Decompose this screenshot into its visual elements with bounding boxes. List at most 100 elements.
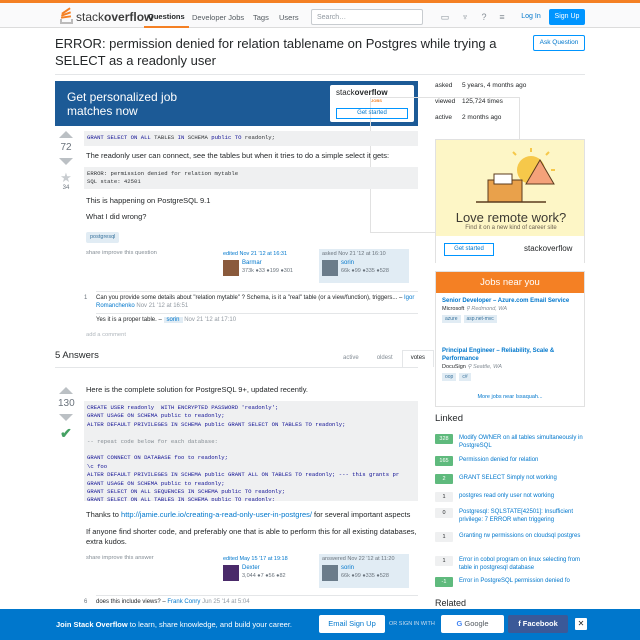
user-name[interactable]: sorin xyxy=(341,260,354,266)
job-tag[interactable]: oop xyxy=(442,373,457,381)
favorite-count: 34 xyxy=(62,185,70,191)
linked-title[interactable]: postgres read only user not working xyxy=(459,492,584,500)
remote-ad-get-started-button[interactable]: Get started xyxy=(444,243,494,256)
jobs-ad-banner[interactable]: Get personalized job matches now stackov… xyxy=(55,81,520,233)
facebook-signin-button[interactable]: f Facebook xyxy=(508,615,568,633)
review-icon[interactable]: ≡ xyxy=(497,12,507,22)
remote-work-ad[interactable]: Love remote work? Find it on a new kind … xyxy=(435,139,585,263)
downvote-arrow-icon[interactable] xyxy=(59,414,73,421)
favorite-star-icon[interactable]: ★ xyxy=(58,171,74,185)
footer-or-label: OR SIGN IN WITH xyxy=(389,621,435,627)
nav-tags[interactable]: Tags xyxy=(249,7,273,28)
answer-link[interactable]: http://jamie.curle.io/creating-a-read-on… xyxy=(121,510,312,519)
asker-signature: asked Nov 21 '12 at 16:10 sorin 66k ●99 … xyxy=(319,249,409,283)
edited-time[interactable]: edited Nov 21 '12 at 16:31 xyxy=(223,251,287,257)
comment-user[interactable]: sorin xyxy=(163,317,183,323)
user-name[interactable]: Dexter xyxy=(242,565,260,571)
linked-question[interactable]: 328 Modify OWNER on all tables simultaneo… xyxy=(435,434,585,450)
user-name[interactable]: Barmar xyxy=(242,260,262,266)
avatar[interactable] xyxy=(322,565,338,581)
linked-title[interactable]: Permission denied for relation xyxy=(459,456,584,464)
linked-question[interactable]: 0 Postgresql: SQLSTATE[42501]: Insufficie… xyxy=(435,508,585,524)
asked-time: asked Nov 21 '12 at 16:10 xyxy=(322,251,386,257)
answer-code-block: CREATE USER readonly WITH ENCRYPTED PASS… xyxy=(84,401,418,501)
answer-text: Here is the complete solution for Postgr… xyxy=(86,385,308,394)
job-tags: oop c# xyxy=(442,373,582,381)
job-tag[interactable]: asp.net-mvc xyxy=(463,315,497,323)
answer-text: If anyone find shorter code, and prefera… xyxy=(86,527,417,546)
answer-actions[interactable]: share improve this answer xyxy=(86,555,154,561)
downvote-arrow-icon[interactable] xyxy=(59,158,73,165)
nav-users[interactable]: Users xyxy=(275,7,303,28)
avatar[interactable] xyxy=(322,260,338,276)
search-input[interactable]: Search… xyxy=(311,9,423,25)
help-icon[interactable]: ? xyxy=(479,12,489,22)
trophy-icon[interactable]: ♆ xyxy=(460,12,470,22)
linked-header: Linked xyxy=(435,413,463,424)
editor-signature: edited May 15 '17 at 19:18 Dexter 3,044 … xyxy=(220,554,310,588)
answer-text: Thanks to http://jamie.curle.io/creating… xyxy=(86,510,411,519)
linked-title[interactable]: Granting rw permissions on cloudsql post… xyxy=(459,532,584,540)
logo-icon xyxy=(60,7,74,24)
add-comment-link[interactable]: add a comment xyxy=(86,332,126,338)
comment-date: Nov 21 '12 at 17:10 xyxy=(184,317,237,323)
user-reputation: 3,044 ●7 ●56 ●82 xyxy=(242,573,286,579)
inbox-icon[interactable]: ▭ xyxy=(440,12,450,22)
remote-ad-title: Love remote work? xyxy=(455,210,567,225)
ask-question-button[interactable]: Ask Question xyxy=(533,35,585,51)
email-signup-button[interactable]: Email Sign Up xyxy=(319,615,385,633)
linked-title[interactable]: Error in cobol program on linux selectin… xyxy=(459,556,584,572)
avatar[interactable] xyxy=(223,565,239,581)
close-icon[interactable]: ✕ xyxy=(575,618,587,630)
code-line: GRANT SELECT ON ALL TABLES IN SCHEMA pub… xyxy=(87,496,415,501)
edited-time[interactable]: edited May 15 '17 at 19:18 xyxy=(223,556,288,562)
linked-question[interactable]: 2 GRANT SELECT Simply not working xyxy=(435,474,585,488)
meta-active: active 2 months ago xyxy=(435,114,502,121)
ad-logo-box: stackoverflow JOBS Get started xyxy=(330,85,520,233)
linked-question[interactable]: 1 Granting rw permissions on cloudsql pos… xyxy=(435,532,585,546)
tag-postgresql[interactable]: postgresql xyxy=(86,232,120,243)
login-button[interactable]: Log In xyxy=(516,10,546,24)
nav-developer-jobs[interactable]: Developer Jobs xyxy=(188,7,248,28)
logo-text: stackoverflow xyxy=(76,10,154,24)
avatar[interactable] xyxy=(223,260,239,276)
nav-questions[interactable]: Questions xyxy=(144,7,189,28)
linked-score: 165 xyxy=(435,456,453,466)
linked-question[interactable]: 1 postgres read only user not working xyxy=(435,492,585,506)
linked-title[interactable]: Error in PostgreSQL permission denied fo xyxy=(459,577,584,585)
upvote-arrow-icon[interactable] xyxy=(59,387,73,394)
user-name[interactable]: sorin xyxy=(341,565,354,571)
linked-title[interactable]: GRANT SELECT Simply not working xyxy=(459,474,584,482)
comment-text: does this include views? – xyxy=(96,599,166,605)
linked-question[interactable]: 1 Error in cobol program on linux selecti… xyxy=(435,556,585,572)
question-title[interactable]: ERROR: permission denied for relation ta… xyxy=(55,35,525,69)
comment-text: Yes it is a proper table. – xyxy=(96,317,162,323)
meta-viewed: viewed 125,724 times xyxy=(435,98,503,105)
job-tag[interactable]: azure xyxy=(442,315,461,323)
comment-user[interactable]: Frank Conry xyxy=(167,599,200,605)
more-jobs-link[interactable]: More jobs near Issaquah... xyxy=(436,394,584,400)
linked-title[interactable]: Postgresql: SQLSTATE[42501]: Insufficien… xyxy=(459,508,584,524)
tab-votes[interactable]: votes xyxy=(401,350,435,367)
tab-active[interactable]: active xyxy=(334,350,368,367)
signup-button[interactable]: Sign Up xyxy=(549,9,585,25)
comment-score: 6 xyxy=(84,599,88,605)
job-listing[interactable]: Senior Developer – Azure.com Email Servi… xyxy=(442,297,582,323)
ad-get-started-button[interactable]: Get started xyxy=(336,108,408,119)
comment-date: Jun 25 '14 at 5:04 xyxy=(202,599,250,605)
job-listing[interactable]: Principal Engineer – Reliability, Scale … xyxy=(442,347,582,381)
site-logo[interactable]: stackoverflow xyxy=(60,7,154,25)
question-actions[interactable]: share improve this question xyxy=(86,250,157,256)
linked-question[interactable]: -1 Error in PostgreSQL permission denied … xyxy=(435,577,585,591)
google-signin-button[interactable]: G Google xyxy=(441,615,504,633)
tab-oldest[interactable]: oldest xyxy=(368,350,402,367)
job-title[interactable]: Senior Developer – Azure.com Email Servi… xyxy=(442,297,582,305)
upvote-arrow-icon[interactable] xyxy=(59,131,73,138)
linked-title[interactable]: Modify OWNER on all tables simultaneousl… xyxy=(459,434,584,450)
job-tag[interactable]: c# xyxy=(459,373,471,381)
job-title[interactable]: Principal Engineer – Reliability, Scale … xyxy=(442,347,582,363)
linked-question[interactable]: 165 Permission denied for relation xyxy=(435,456,585,470)
answer-vote-cell: 130 ✔ xyxy=(58,387,75,442)
question-text: The readonly user can connect, see the t… xyxy=(86,151,390,160)
